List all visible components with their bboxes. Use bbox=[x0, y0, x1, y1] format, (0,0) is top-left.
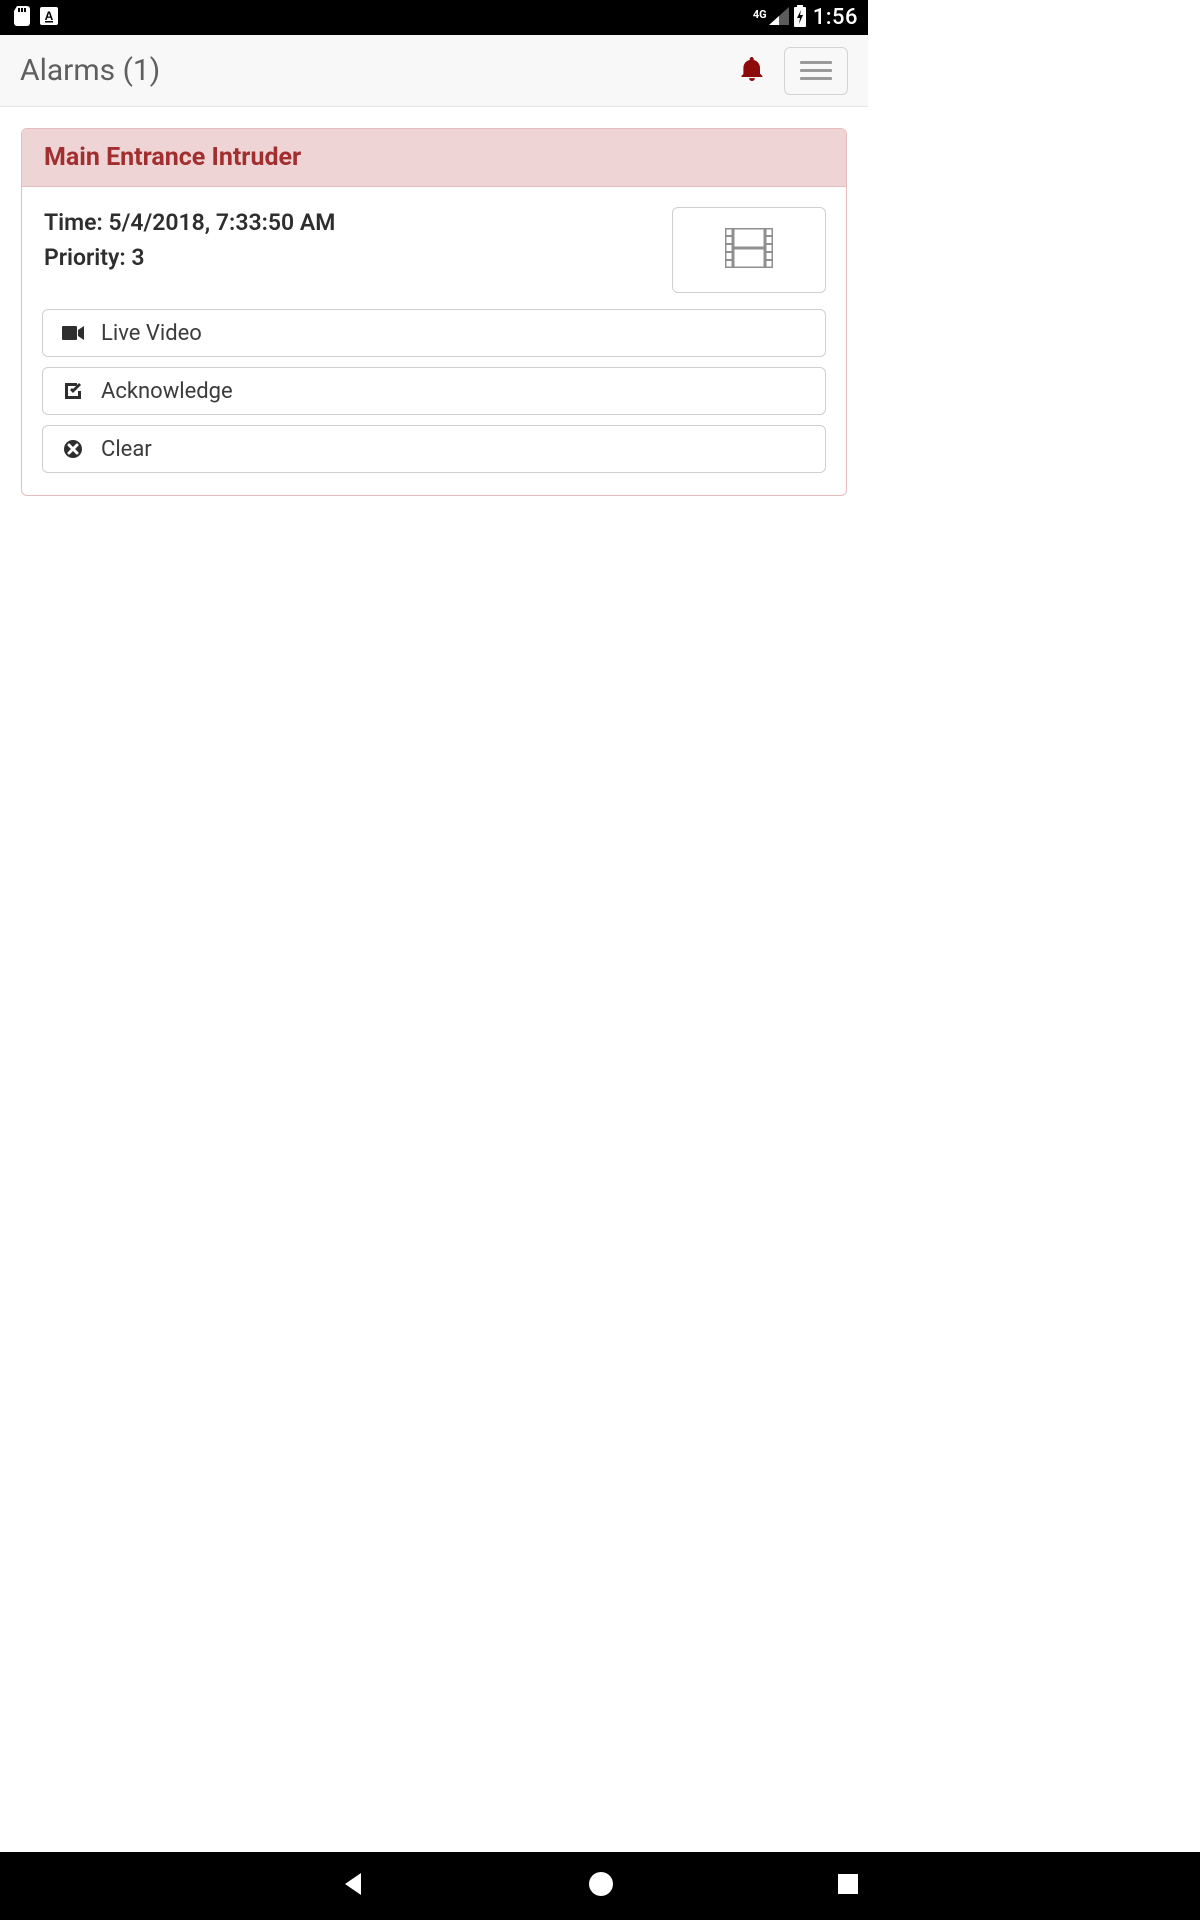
live-video-button[interactable]: Live Video bbox=[42, 309, 826, 357]
network-type-label: 4G bbox=[753, 8, 767, 21]
alarm-time-row: Time: 5/4/2018, 7:33:50 AM bbox=[44, 209, 335, 236]
check-box-icon bbox=[61, 381, 85, 401]
clear-label: Clear bbox=[101, 437, 152, 462]
notifications-bell-button[interactable] bbox=[732, 51, 772, 91]
page-title: Alarms (1) bbox=[20, 53, 732, 88]
svg-text:A: A bbox=[45, 9, 54, 23]
android-status-bar: A 4G 1:56 bbox=[0, 0, 868, 35]
menu-bar-icon bbox=[800, 61, 832, 64]
acknowledge-button[interactable]: Acknowledge bbox=[42, 367, 826, 415]
alarm-priority-value: 3 bbox=[131, 244, 144, 271]
video-camera-icon bbox=[61, 325, 85, 341]
alarm-card-header[interactable]: Main Entrance Intruder bbox=[22, 129, 846, 187]
alarm-time-value: 5/4/2018, 7:33:50 AM bbox=[108, 209, 335, 236]
menu-bar-icon bbox=[800, 69, 832, 72]
clear-button[interactable]: Clear bbox=[42, 425, 826, 473]
alarm-priority-label: Priority: bbox=[44, 244, 131, 271]
alarm-time-label: Time: bbox=[44, 209, 108, 236]
signal-icon bbox=[769, 7, 789, 29]
bell-icon bbox=[741, 57, 763, 85]
alarm-title: Main Entrance Intruder bbox=[44, 143, 824, 172]
recent-apps-button[interactable] bbox=[836, 1872, 860, 1900]
home-button[interactable] bbox=[587, 1870, 615, 1902]
hamburger-menu-button[interactable] bbox=[784, 47, 848, 95]
menu-bar-icon bbox=[800, 77, 832, 80]
content-area: Main Entrance Intruder Time: 5/4/2018, 7… bbox=[0, 107, 868, 517]
alarm-info: Time: 5/4/2018, 7:33:50 AM Priority: 3 bbox=[42, 207, 335, 279]
sd-card-icon bbox=[14, 6, 30, 30]
status-time: 1:56 bbox=[813, 5, 858, 30]
film-icon bbox=[725, 228, 773, 272]
alarm-card: Main Entrance Intruder Time: 5/4/2018, 7… bbox=[21, 128, 847, 496]
clear-circle-icon bbox=[61, 439, 85, 459]
alarm-priority-row: Priority: 3 bbox=[44, 244, 335, 271]
acknowledge-label: Acknowledge bbox=[101, 379, 233, 404]
recorded-video-button[interactable] bbox=[672, 207, 826, 293]
live-video-label: Live Video bbox=[101, 321, 202, 346]
battery-charging-icon bbox=[793, 5, 807, 31]
back-button[interactable] bbox=[341, 1871, 367, 1901]
android-nav-bar bbox=[0, 1852, 1200, 1920]
app-header: Alarms (1) bbox=[0, 35, 868, 107]
app-badge-icon: A bbox=[40, 7, 58, 29]
